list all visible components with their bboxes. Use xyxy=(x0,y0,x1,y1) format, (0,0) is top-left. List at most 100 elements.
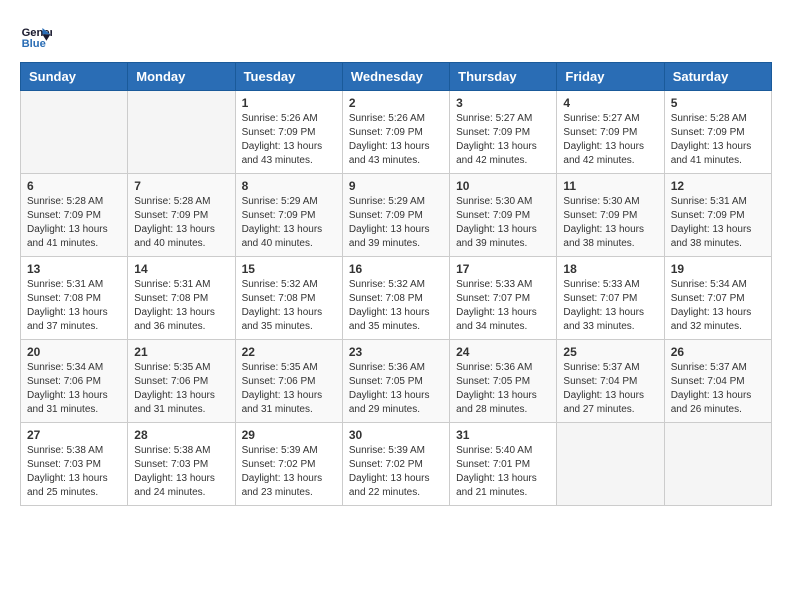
day-number: 8 xyxy=(242,179,336,193)
calendar-week-row: 20 Sunrise: 5:34 AM Sunset: 7:06 PM Dayli… xyxy=(21,340,772,423)
day-number: 22 xyxy=(242,345,336,359)
calendar-cell: 17 Sunrise: 5:33 AM Sunset: 7:07 PM Dayli… xyxy=(450,257,557,340)
day-number: 5 xyxy=(671,96,765,110)
day-info: Sunrise: 5:27 AM Sunset: 7:09 PM Dayligh… xyxy=(456,112,550,168)
calendar-cell: 20 Sunrise: 5:34 AM Sunset: 7:06 PM Dayli… xyxy=(21,340,128,423)
day-number: 23 xyxy=(349,345,443,359)
calendar-cell: 31 Sunrise: 5:40 AM Sunset: 7:01 PM Dayli… xyxy=(450,423,557,506)
day-info: Sunrise: 5:32 AM Sunset: 7:08 PM Dayligh… xyxy=(242,278,336,334)
day-info: Sunrise: 5:33 AM Sunset: 7:07 PM Dayligh… xyxy=(456,278,550,334)
calendar-cell: 22 Sunrise: 5:35 AM Sunset: 7:06 PM Dayli… xyxy=(235,340,342,423)
day-info: Sunrise: 5:34 AM Sunset: 7:06 PM Dayligh… xyxy=(27,361,121,417)
day-number: 29 xyxy=(242,428,336,442)
day-number: 26 xyxy=(671,345,765,359)
day-info: Sunrise: 5:32 AM Sunset: 7:08 PM Dayligh… xyxy=(349,278,443,334)
day-number: 31 xyxy=(456,428,550,442)
day-number: 19 xyxy=(671,262,765,276)
day-info: Sunrise: 5:38 AM Sunset: 7:03 PM Dayligh… xyxy=(27,444,121,500)
day-info: Sunrise: 5:26 AM Sunset: 7:09 PM Dayligh… xyxy=(242,112,336,168)
day-info: Sunrise: 5:35 AM Sunset: 7:06 PM Dayligh… xyxy=(242,361,336,417)
calendar-week-row: 6 Sunrise: 5:28 AM Sunset: 7:09 PM Daylig… xyxy=(21,174,772,257)
calendar-cell: 27Sunrise: 5:38 AM Sunset: 7:03 PM Dayli… xyxy=(21,423,128,506)
day-number: 12 xyxy=(671,179,765,193)
day-info: Sunrise: 5:34 AM Sunset: 7:07 PM Dayligh… xyxy=(671,278,765,334)
day-number: 21 xyxy=(134,345,228,359)
logo: General Blue xyxy=(20,20,52,52)
day-of-week-header: Thursday xyxy=(450,63,557,91)
calendar-cell: 19 Sunrise: 5:34 AM Sunset: 7:07 PM Dayli… xyxy=(664,257,771,340)
calendar-table: SundayMondayTuesdayWednesdayThursdayFrid… xyxy=(20,62,772,506)
day-number: 17 xyxy=(456,262,550,276)
calendar-cell: 18Sunrise: 5:33 AM Sunset: 7:07 PM Dayli… xyxy=(557,257,664,340)
day-of-week-header: Saturday xyxy=(664,63,771,91)
day-info: Sunrise: 5:39 AM Sunset: 7:02 PM Dayligh… xyxy=(242,444,336,500)
day-info: Sunrise: 5:37 AM Sunset: 7:04 PM Dayligh… xyxy=(563,361,657,417)
calendar-cell: 3 Sunrise: 5:27 AM Sunset: 7:09 PM Daylig… xyxy=(450,91,557,174)
day-number: 4 xyxy=(563,96,657,110)
day-number: 7 xyxy=(134,179,228,193)
calendar-cell: 10 Sunrise: 5:30 AM Sunset: 7:09 PM Dayli… xyxy=(450,174,557,257)
day-number: 15 xyxy=(242,262,336,276)
svg-text:Blue: Blue xyxy=(22,38,46,50)
calendar-cell: 12Sunrise: 5:31 AM Sunset: 7:09 PM Dayli… xyxy=(664,174,771,257)
day-of-week-header: Monday xyxy=(128,63,235,91)
calendar-week-row: 27Sunrise: 5:38 AM Sunset: 7:03 PM Dayli… xyxy=(21,423,772,506)
day-number: 6 xyxy=(27,179,121,193)
calendar-cell: 9 Sunrise: 5:29 AM Sunset: 7:09 PM Daylig… xyxy=(342,174,449,257)
day-number: 18 xyxy=(563,262,657,276)
day-number: 28 xyxy=(134,428,228,442)
calendar-cell xyxy=(128,91,235,174)
day-info: Sunrise: 5:28 AM Sunset: 7:09 PM Dayligh… xyxy=(671,112,765,168)
day-number: 25 xyxy=(563,345,657,359)
day-info: Sunrise: 5:40 AM Sunset: 7:01 PM Dayligh… xyxy=(456,444,550,500)
calendar-header-row: SundayMondayTuesdayWednesdayThursdayFrid… xyxy=(21,63,772,91)
calendar-cell: 28 Sunrise: 5:38 AM Sunset: 7:03 PM Dayli… xyxy=(128,423,235,506)
day-of-week-header: Wednesday xyxy=(342,63,449,91)
calendar-cell: 15 Sunrise: 5:32 AM Sunset: 7:08 PM Dayli… xyxy=(235,257,342,340)
day-number: 30 xyxy=(349,428,443,442)
calendar-cell: 8 Sunrise: 5:29 AM Sunset: 7:09 PM Daylig… xyxy=(235,174,342,257)
day-number: 9 xyxy=(349,179,443,193)
calendar-cell: 24 Sunrise: 5:36 AM Sunset: 7:05 PM Dayli… xyxy=(450,340,557,423)
calendar-cell: 29 Sunrise: 5:39 AM Sunset: 7:02 PM Dayli… xyxy=(235,423,342,506)
calendar-cell: 14 Sunrise: 5:31 AM Sunset: 7:08 PM Dayli… xyxy=(128,257,235,340)
calendar-cell: 5 Sunrise: 5:28 AM Sunset: 7:09 PM Daylig… xyxy=(664,91,771,174)
day-info: Sunrise: 5:36 AM Sunset: 7:05 PM Dayligh… xyxy=(349,361,443,417)
logo-icon: General Blue xyxy=(20,20,52,52)
day-number: 20 xyxy=(27,345,121,359)
day-number: 14 xyxy=(134,262,228,276)
day-info: Sunrise: 5:39 AM Sunset: 7:02 PM Dayligh… xyxy=(349,444,443,500)
calendar-week-row: 1Sunrise: 5:26 AM Sunset: 7:09 PM Daylig… xyxy=(21,91,772,174)
calendar-cell: 7 Sunrise: 5:28 AM Sunset: 7:09 PM Daylig… xyxy=(128,174,235,257)
day-info: Sunrise: 5:28 AM Sunset: 7:09 PM Dayligh… xyxy=(134,195,228,251)
day-info: Sunrise: 5:29 AM Sunset: 7:09 PM Dayligh… xyxy=(242,195,336,251)
day-number: 13 xyxy=(27,262,121,276)
day-number: 24 xyxy=(456,345,550,359)
calendar-cell: 26Sunrise: 5:37 AM Sunset: 7:04 PM Dayli… xyxy=(664,340,771,423)
calendar-cell: 23 Sunrise: 5:36 AM Sunset: 7:05 PM Dayli… xyxy=(342,340,449,423)
day-info: Sunrise: 5:30 AM Sunset: 7:09 PM Dayligh… xyxy=(456,195,550,251)
day-of-week-header: Tuesday xyxy=(235,63,342,91)
day-number: 10 xyxy=(456,179,550,193)
day-info: Sunrise: 5:31 AM Sunset: 7:08 PM Dayligh… xyxy=(27,278,121,334)
calendar-cell: 6Sunrise: 5:28 AM Sunset: 7:09 PM Daylig… xyxy=(21,174,128,257)
calendar-cell: 30 Sunrise: 5:39 AM Sunset: 7:02 PM Dayli… xyxy=(342,423,449,506)
day-of-week-header: Friday xyxy=(557,63,664,91)
day-number: 16 xyxy=(349,262,443,276)
calendar-week-row: 13 Sunrise: 5:31 AM Sunset: 7:08 PM Dayli… xyxy=(21,257,772,340)
day-number: 2 xyxy=(349,96,443,110)
day-info: Sunrise: 5:38 AM Sunset: 7:03 PM Dayligh… xyxy=(134,444,228,500)
day-info: Sunrise: 5:30 AM Sunset: 7:09 PM Dayligh… xyxy=(563,195,657,251)
calendar-cell: 4 Sunrise: 5:27 AM Sunset: 7:09 PM Daylig… xyxy=(557,91,664,174)
calendar-cell xyxy=(664,423,771,506)
page-header: General Blue xyxy=(20,20,772,52)
day-info: Sunrise: 5:29 AM Sunset: 7:09 PM Dayligh… xyxy=(349,195,443,251)
calendar-cell: 11Sunrise: 5:30 AM Sunset: 7:09 PM Dayli… xyxy=(557,174,664,257)
day-info: Sunrise: 5:31 AM Sunset: 7:08 PM Dayligh… xyxy=(134,278,228,334)
calendar-cell: 21Sunrise: 5:35 AM Sunset: 7:06 PM Dayli… xyxy=(128,340,235,423)
day-number: 3 xyxy=(456,96,550,110)
calendar-cell: 25 Sunrise: 5:37 AM Sunset: 7:04 PM Dayli… xyxy=(557,340,664,423)
day-info: Sunrise: 5:27 AM Sunset: 7:09 PM Dayligh… xyxy=(563,112,657,168)
day-info: Sunrise: 5:36 AM Sunset: 7:05 PM Dayligh… xyxy=(456,361,550,417)
calendar-cell: 1Sunrise: 5:26 AM Sunset: 7:09 PM Daylig… xyxy=(235,91,342,174)
